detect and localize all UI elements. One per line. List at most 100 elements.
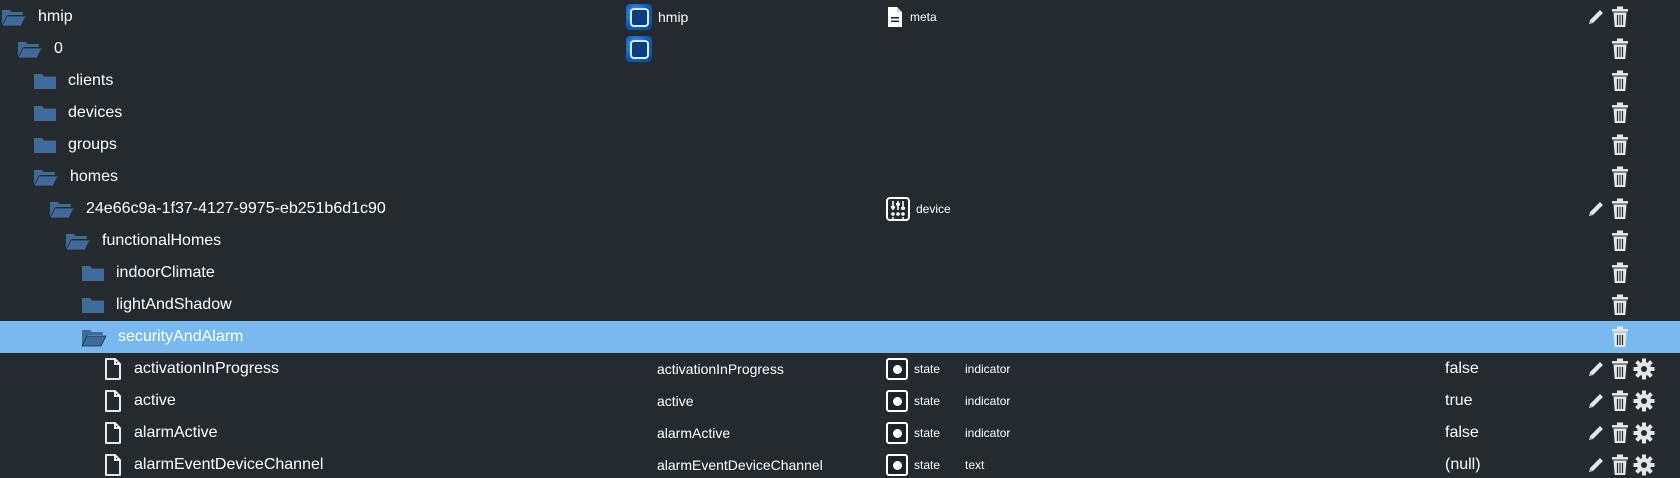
delete-button[interactable] <box>1609 193 1631 225</box>
tree-node-label: homes <box>70 168 119 185</box>
tree-node-label: alarmEventDeviceChannel <box>134 456 324 473</box>
state-icon <box>886 422 908 444</box>
folder-icon <box>81 264 105 282</box>
tree-node[interactable]: 24e66c9a-1f37-4127-9975-eb251b6d1c90 <box>48 193 386 225</box>
delete-button[interactable] <box>1609 129 1631 161</box>
folder-open-icon <box>65 231 91 251</box>
tree-node[interactable]: clients <box>32 65 113 97</box>
object-type-cell: state <box>886 449 940 478</box>
tree-node-label: alarmActive <box>134 424 218 441</box>
tree-node[interactable]: alarmActive <box>100 417 218 449</box>
delete-button[interactable] <box>1609 33 1631 65</box>
object-name: hmip <box>658 9 689 25</box>
edit-button[interactable] <box>1585 417 1607 449</box>
tree-row-clients[interactable]: clients <box>0 65 1680 97</box>
trash-icon <box>1611 38 1629 60</box>
tree-node[interactable]: securityAndAlarm <box>80 321 243 353</box>
delete-button[interactable] <box>1609 289 1631 321</box>
edit-button[interactable] <box>1585 385 1607 417</box>
meta-icon <box>886 6 904 28</box>
tree-node[interactable]: active <box>100 385 176 417</box>
object-value[interactable]: false <box>1445 417 1479 449</box>
edit-button[interactable] <box>1585 449 1607 478</box>
delete-button[interactable] <box>1609 353 1631 385</box>
object-value[interactable]: true <box>1445 385 1473 417</box>
tree-row-0[interactable]: 0 <box>0 33 1680 65</box>
delete-button[interactable] <box>1609 97 1631 129</box>
tree-row-hmip[interactable]: hmip hmip meta <box>0 1 1680 33</box>
file-icon <box>104 390 122 412</box>
object-value[interactable]: false <box>1445 353 1479 385</box>
folder-icon <box>81 296 105 314</box>
object-name-cell: alarmActive <box>657 417 730 449</box>
tree-row-alarmActive[interactable]: alarmActive alarmActive state indicator fals… <box>0 417 1680 449</box>
trash-icon <box>1611 230 1629 252</box>
trash-icon <box>1611 422 1629 444</box>
pencil-icon <box>1586 7 1606 27</box>
object-value[interactable]: (null) <box>1445 449 1481 478</box>
object-role: indicator <box>965 394 1011 408</box>
settings-button[interactable] <box>1633 353 1655 385</box>
tree-row-securityAndAlarm[interactable]: securityAndAlarm <box>0 321 1680 353</box>
tree-node[interactable]: functionalHomes <box>64 225 221 257</box>
trash-icon <box>1611 294 1629 316</box>
delete-button[interactable] <box>1609 321 1631 353</box>
settings-button[interactable] <box>1633 417 1655 449</box>
tree-node[interactable]: hmip <box>0 1 73 33</box>
tree-node[interactable]: homes <box>32 161 118 193</box>
object-type-cell: state <box>886 417 940 449</box>
delete-button[interactable] <box>1609 449 1631 478</box>
folder-open-icon <box>49 199 75 219</box>
tree-row-homes[interactable]: homes <box>0 161 1680 193</box>
trash-icon <box>1611 262 1629 284</box>
tree-row-alarmEventDeviceChannel[interactable]: alarmEventDeviceChannel alarmEventDeviceC… <box>0 449 1680 478</box>
tree-node-label: lightAndShadow <box>116 296 232 313</box>
tree-node[interactable]: alarmEventDeviceChannel <box>100 449 323 478</box>
tree-node[interactable]: groups <box>32 129 117 161</box>
delete-button[interactable] <box>1609 257 1631 289</box>
pencil-icon <box>1586 391 1606 411</box>
trash-icon <box>1611 198 1629 220</box>
tree-node[interactable]: activationInProgress <box>100 353 279 385</box>
folder-open-icon <box>1 7 27 27</box>
tree-row-groups[interactable]: groups <box>0 129 1680 161</box>
settings-button[interactable] <box>1633 385 1655 417</box>
object-name: alarmEventDeviceChannel <box>657 457 823 473</box>
tree-node-label: securityAndAlarm <box>118 328 244 345</box>
edit-button[interactable] <box>1585 353 1607 385</box>
object-name-cell <box>626 33 658 65</box>
tree-node-label: 24e66c9a-1f37-4127-9975-eb251b6d1c90 <box>86 200 386 217</box>
settings-button[interactable] <box>1633 449 1655 478</box>
edit-button[interactable] <box>1585 1 1607 33</box>
object-type-cell: meta <box>886 1 937 33</box>
tree-node-label: hmip <box>38 8 73 25</box>
object-name-cell: activationInProgress <box>657 353 784 385</box>
object-type: state <box>914 426 941 440</box>
edit-button[interactable] <box>1585 193 1607 225</box>
tree-row-indoorClimate[interactable]: indoorClimate <box>0 257 1680 289</box>
delete-button[interactable] <box>1609 1 1631 33</box>
tree-row-home-id[interactable]: 24e66c9a-1f37-4127-9975-eb251b6d1c90 devi… <box>0 193 1680 225</box>
trash-icon <box>1611 326 1629 348</box>
trash-icon <box>1611 70 1629 92</box>
tree-node[interactable]: 0 <box>16 33 63 65</box>
delete-button[interactable] <box>1609 65 1631 97</box>
delete-button[interactable] <box>1609 417 1631 449</box>
delete-button[interactable] <box>1609 225 1631 257</box>
pencil-icon <box>1586 455 1606 475</box>
tree-node-label: devices <box>68 104 123 121</box>
state-icon <box>886 390 908 412</box>
pencil-icon <box>1586 423 1606 443</box>
tree-node[interactable]: devices <box>32 97 122 129</box>
tree-row-lightAndShadow[interactable]: lightAndShadow <box>0 289 1680 321</box>
delete-button[interactable] <box>1609 385 1631 417</box>
tree-row-devices[interactable]: devices <box>0 97 1680 129</box>
tree-node[interactable]: indoorClimate <box>80 257 215 289</box>
delete-button[interactable] <box>1609 161 1631 193</box>
trash-icon <box>1611 390 1629 412</box>
trash-icon <box>1611 134 1629 156</box>
tree-node[interactable]: lightAndShadow <box>80 289 232 321</box>
tree-row-functionalHomes[interactable]: functionalHomes <box>0 225 1680 257</box>
tree-row-activationInProgress[interactable]: activationInProgress activationInProgress… <box>0 353 1680 385</box>
tree-row-active[interactable]: active active state indicator true <box>0 385 1680 417</box>
